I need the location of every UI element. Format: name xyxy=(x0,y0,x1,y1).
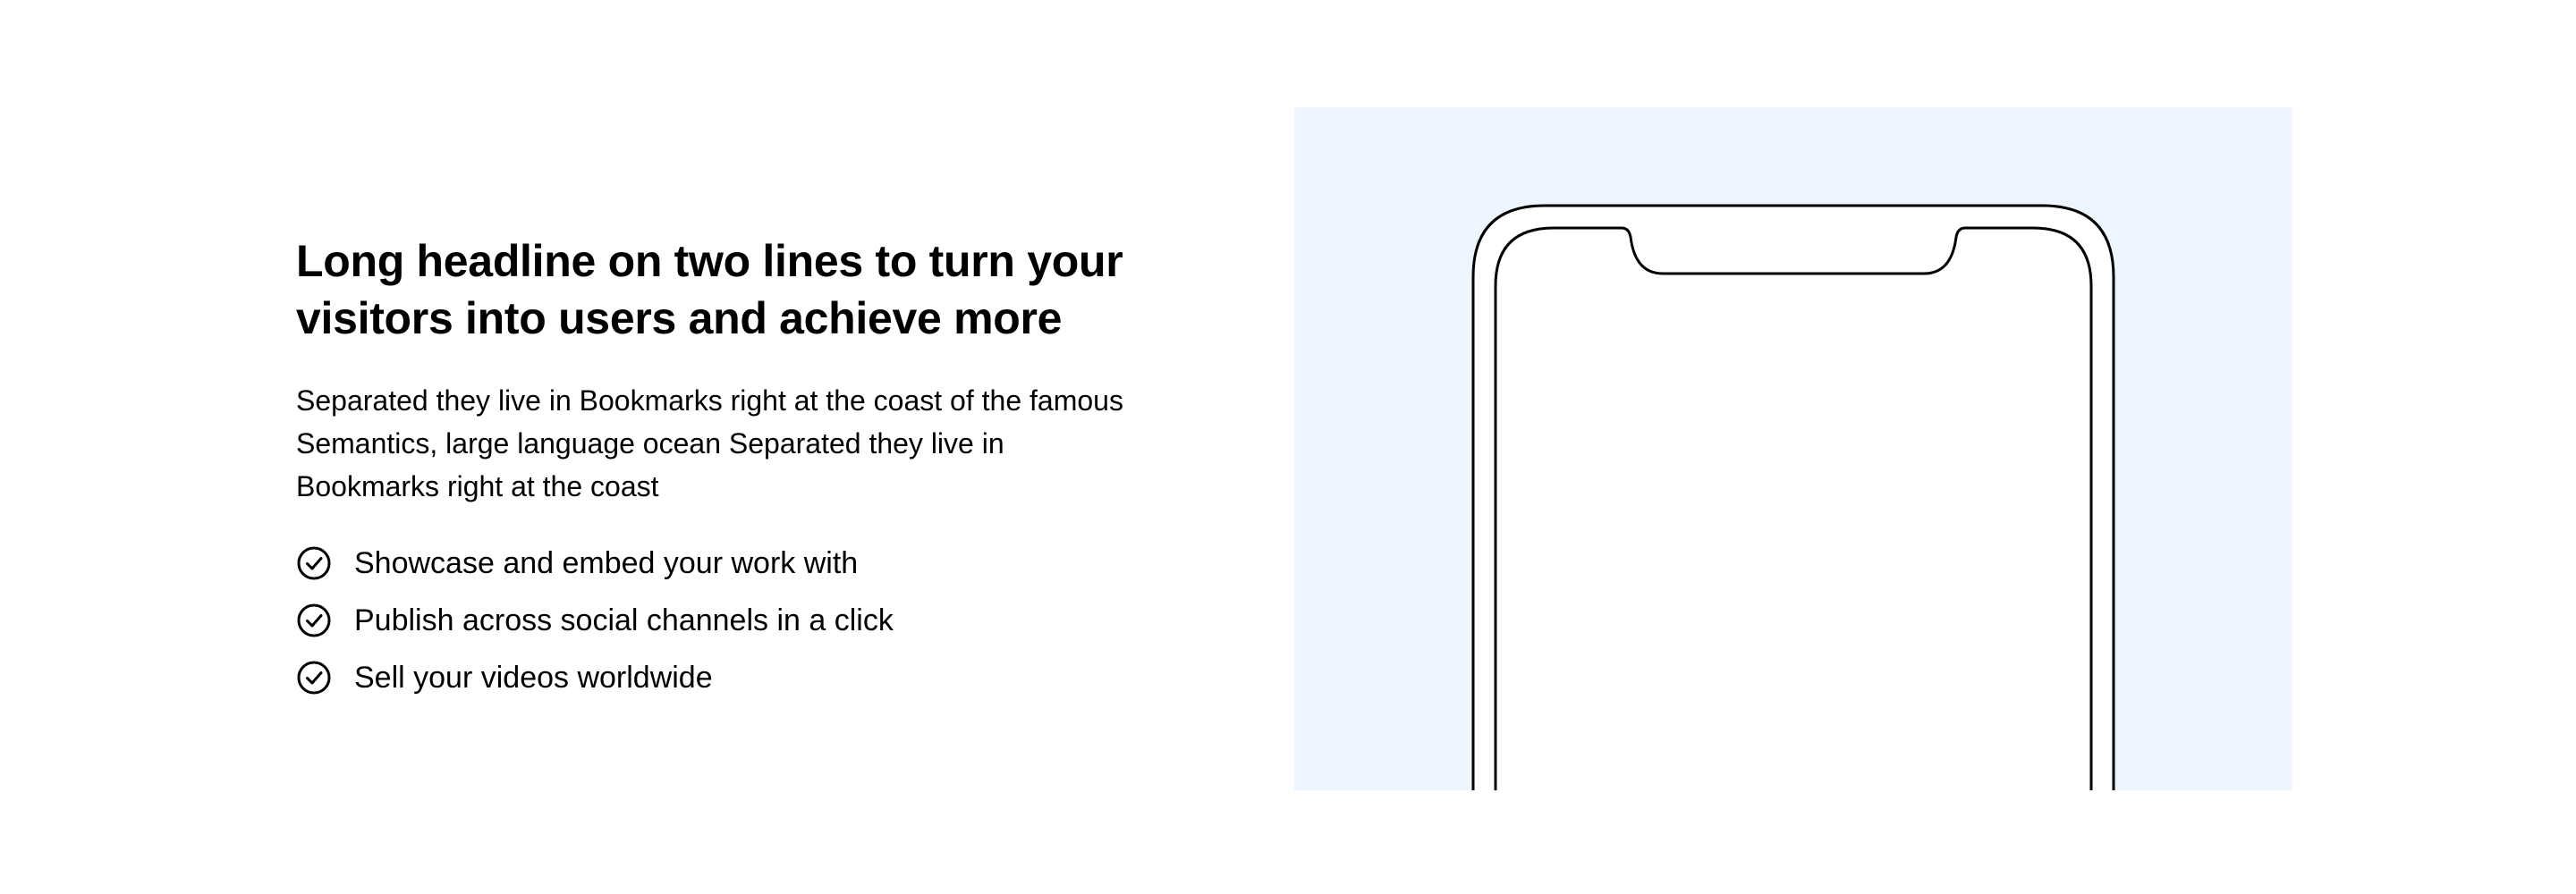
media-panel xyxy=(1294,107,2292,790)
text-column: Long headline on two lines to turn your … xyxy=(296,232,1128,706)
section-headline: Long headline on two lines to turn your … xyxy=(296,236,1123,343)
check-circle-icon xyxy=(296,545,332,581)
section-description: Separated they live in Bookmarks right a… xyxy=(296,384,1123,502)
feature-list: Showcase and embed your work with Publis… xyxy=(296,535,1128,706)
feature-item: Publish across social channels in a clic… xyxy=(296,592,1128,649)
feature-section: Long headline on two lines to turn your … xyxy=(0,0,2576,894)
feature-label: Sell your videos worldwide xyxy=(354,661,713,695)
feature-label: Showcase and embed your work with xyxy=(354,546,859,580)
feature-item: Showcase and embed your work with xyxy=(296,535,1128,592)
phone-outline-icon xyxy=(1471,204,2115,790)
feature-item: Sell your videos worldwide xyxy=(296,649,1128,706)
check-circle-icon xyxy=(296,660,332,696)
feature-label: Publish across social channels in a clic… xyxy=(354,603,894,637)
check-circle-icon xyxy=(296,603,332,638)
